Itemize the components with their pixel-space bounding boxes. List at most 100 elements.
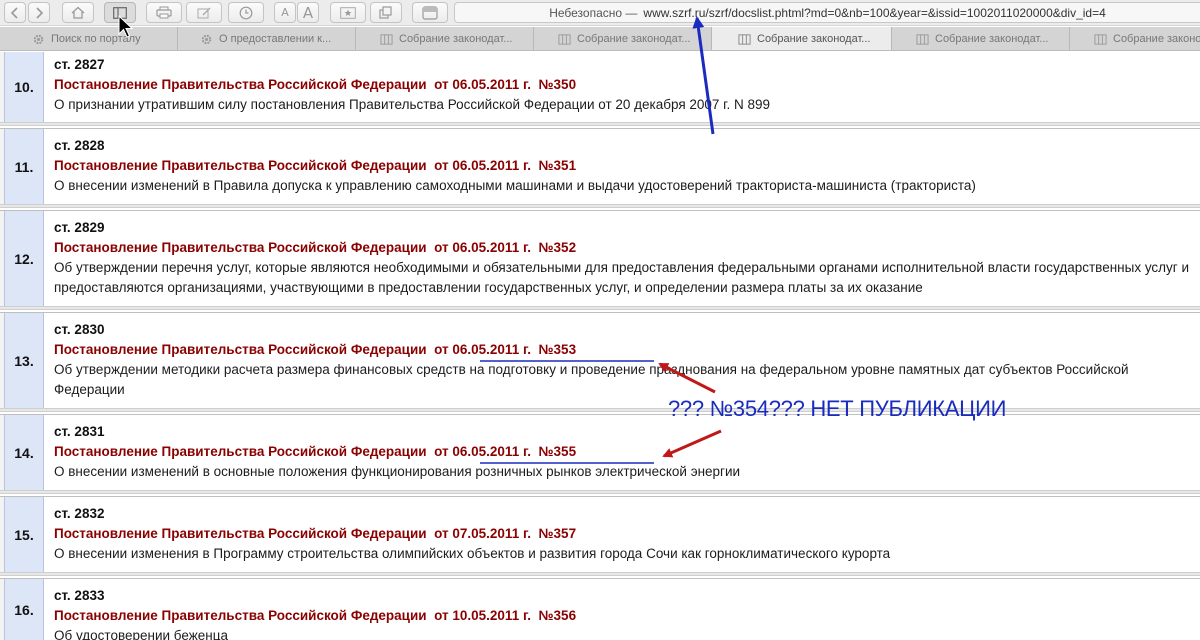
sidebar-button[interactable] xyxy=(104,2,136,23)
title-text: Постановление Правительства Российской Ф… xyxy=(54,342,427,357)
title-text: Постановление Правительства Российской Ф… xyxy=(54,240,427,255)
document-list: 10. ст. 2827 Постановление Правительства… xyxy=(0,52,1200,640)
row-number: 11. xyxy=(4,129,44,204)
row-body: ст. 2828 Постановление Правительства Рос… xyxy=(54,136,1192,196)
doc-number: №350 xyxy=(538,77,577,92)
columns-icon xyxy=(1094,33,1107,45)
row-separator xyxy=(0,204,1200,208)
tab-label: Собрание законодат... xyxy=(757,33,871,45)
title-text: Постановление Правительства Российской Ф… xyxy=(54,526,427,541)
row-body: ст. 2833 Постановление Правительства Рос… xyxy=(54,586,1192,640)
row-separator xyxy=(0,490,1200,494)
doc-number: №356 xyxy=(538,608,577,623)
sidebar-icon xyxy=(113,6,127,19)
pencil-icon xyxy=(197,7,210,19)
row-separator xyxy=(0,408,1200,412)
tab-label: Собрание законодат... xyxy=(1113,33,1200,45)
tab-4-active[interactable]: Собрание законодат... xyxy=(712,27,892,50)
document-title-link[interactable]: Постановление Правительства Российской Ф… xyxy=(54,524,1192,544)
clock-icon xyxy=(239,6,253,19)
document-title-link[interactable]: Постановление Правительства Российской Ф… xyxy=(54,442,1192,462)
document-title-link[interactable]: Постановление Правительства Российской Ф… xyxy=(54,606,1192,626)
tab-bar: Поиск по порталу О предоставлении к... С… xyxy=(0,27,1200,51)
document-title-link[interactable]: Постановление Правительства Российской Ф… xyxy=(54,238,1192,258)
row-number: 14. xyxy=(4,415,44,490)
reader-button[interactable] xyxy=(412,2,448,23)
print-button[interactable] xyxy=(146,2,182,23)
row-body: ст. 2832 Постановление Правительства Рос… xyxy=(54,504,1192,564)
tab-6[interactable]: Собрание законодат... xyxy=(1070,27,1200,50)
columns-icon xyxy=(916,33,929,45)
document-description: О внесении изменения в Программу строите… xyxy=(54,546,891,561)
tab-5[interactable]: Собрание законодат... xyxy=(892,27,1070,50)
tab-3[interactable]: Собрание законодат... xyxy=(534,27,712,50)
font-small-label: A xyxy=(281,6,289,19)
tab-label: Собрание законодат... xyxy=(935,33,1049,45)
date-text: от 06.05.2011 г. xyxy=(434,342,531,357)
tab-label: Поиск по порталу xyxy=(51,33,141,45)
document-title-link[interactable]: Постановление Правительства Российской Ф… xyxy=(54,75,1192,95)
missing-publication-note: ??? №354??? НЕТ ПУБЛИКАЦИИ xyxy=(668,396,1007,421)
document-description: О внесении изменений в Правила допуска к… xyxy=(54,178,976,193)
forward-button[interactable] xyxy=(28,2,50,23)
font-smaller-button[interactable]: A xyxy=(274,2,296,23)
date-text: от 07.05.2011 г. xyxy=(434,526,531,541)
edit-button[interactable] xyxy=(186,2,222,23)
back-button[interactable] xyxy=(4,2,26,23)
date-text: от 06.05.2011 г. xyxy=(434,444,531,459)
row-number: 15. xyxy=(4,497,44,572)
document-row: 11. ст. 2828 Постановление Правительства… xyxy=(0,128,1200,204)
font-larger-button[interactable]: A xyxy=(297,2,319,23)
date-text: от 06.05.2011 г. xyxy=(434,158,531,173)
gear-icon xyxy=(201,34,212,44)
article-number: ст. 2829 xyxy=(54,220,105,235)
star-icon xyxy=(340,6,356,19)
title-text: Постановление Правительства Российской Ф… xyxy=(54,444,427,459)
address-bar[interactable]: Небезопасно — www.szrf.ru/szrf/docslist.… xyxy=(454,2,1200,23)
tabs-overview-button[interactable] xyxy=(370,2,402,23)
document-row: 16. ст. 2833 Постановление Правительства… xyxy=(0,578,1200,640)
document-row: 13. ст. 2830 Постановление Правительства… xyxy=(0,312,1200,408)
document-row: 12. ст. 2829 Постановление Правительства… xyxy=(0,210,1200,306)
document-row: 15. ст. 2832 Постановление Правительства… xyxy=(0,496,1200,572)
tab-0[interactable]: Поиск по порталу xyxy=(0,27,178,50)
date-text: от 06.05.2011 г. xyxy=(434,240,531,255)
row-number: 16. xyxy=(4,579,44,640)
chevron-right-icon xyxy=(36,6,44,19)
article-number: ст. 2832 xyxy=(54,506,105,521)
document-row: 14. ст. 2831 Постановление Правительства… xyxy=(0,414,1200,490)
document-description: Об удостоверении беженца xyxy=(54,628,228,640)
row-body: ст. 2831 Постановление Правительства Рос… xyxy=(54,422,1192,482)
url-text: www.szrf.ru/szrf/docslist.phtml?md=0&nb=… xyxy=(643,5,1106,20)
article-number: ст. 2830 xyxy=(54,322,105,337)
row-number: 10. xyxy=(4,52,44,122)
tab-label: Собрание законодат... xyxy=(577,33,691,45)
gear-icon xyxy=(33,34,44,44)
row-body: ст. 2829 Постановление Правительства Рос… xyxy=(54,218,1192,298)
bookmark-button[interactable] xyxy=(330,2,366,23)
document-title-link[interactable]: Постановление Правительства Российской Ф… xyxy=(54,340,1192,360)
title-text: Постановление Правительства Российской Ф… xyxy=(54,158,427,173)
tab-label: О предоставлении к... xyxy=(219,33,332,45)
tab-2[interactable]: Собрание законодат... xyxy=(356,27,534,50)
row-body: ст. 2830 Постановление Правительства Рос… xyxy=(54,320,1192,400)
home-button[interactable] xyxy=(62,2,94,23)
document-description: О внесении изменений в основные положени… xyxy=(54,464,741,479)
document-description: О признании утратившим силу постановлени… xyxy=(54,97,770,112)
history-button[interactable] xyxy=(228,2,264,23)
title-text: Постановление Правительства Российской Ф… xyxy=(54,608,427,623)
printer-icon xyxy=(156,6,172,19)
columns-icon xyxy=(558,33,571,45)
row-separator xyxy=(0,306,1200,310)
article-number: ст. 2828 xyxy=(54,138,105,153)
windows-icon xyxy=(379,6,392,19)
chevron-left-icon xyxy=(10,6,18,19)
row-number: 12. xyxy=(4,211,44,306)
browser-toolbar: A A Небезопасно — www.szrf.ru/szrf/docsl… xyxy=(0,0,1200,26)
tab-1[interactable]: О предоставлении к... xyxy=(178,27,356,50)
tab-label: Собрание законодат... xyxy=(399,33,513,45)
article-number: ст. 2827 xyxy=(54,57,105,72)
document-title-link[interactable]: Постановление Правительства Российской Ф… xyxy=(54,156,1192,176)
document-row: 10. ст. 2827 Постановление Правительства… xyxy=(0,52,1200,122)
date-text: от 06.05.2011 г. xyxy=(434,77,531,92)
